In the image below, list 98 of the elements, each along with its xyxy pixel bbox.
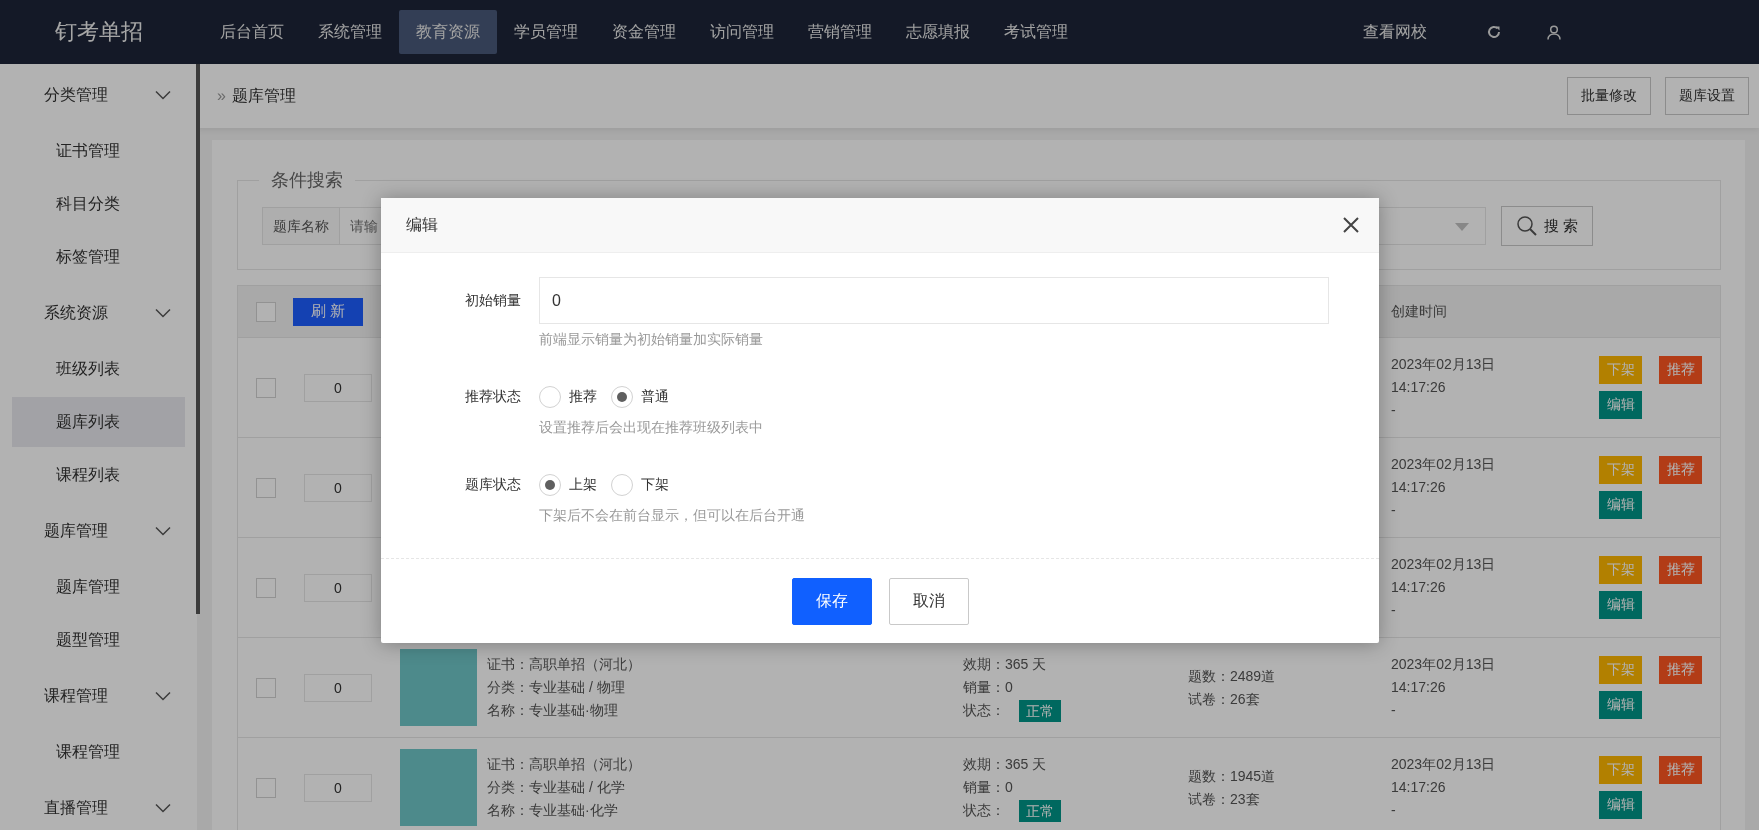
created-time: 14:17:26 xyxy=(1391,678,1447,697)
form-hint: 下架后不会在前台显示，但可以在后台开通 xyxy=(539,507,806,525)
nav-tab[interactable]: 教育资源 xyxy=(399,10,497,54)
field-label: 题库名称 xyxy=(262,207,340,245)
radio-option[interactable]: 推荐 xyxy=(539,386,597,408)
note-text: - xyxy=(1391,501,1397,520)
sidebar-item[interactable]: 题库列表 xyxy=(12,397,185,447)
sort-input[interactable]: 0 xyxy=(304,373,372,402)
radio-option[interactable]: 普通 xyxy=(611,386,669,408)
nav-tab[interactable]: 考试管理 xyxy=(987,10,1085,54)
checkbox[interactable] xyxy=(255,777,276,798)
checkbox[interactable] xyxy=(255,377,276,398)
sort-input[interactable]: 0 xyxy=(304,773,372,802)
dialog-title: 编辑 xyxy=(406,214,438,235)
name-text: 名称：专业基础·化学 xyxy=(487,801,619,820)
note-text: - xyxy=(1391,401,1397,420)
close-icon[interactable] xyxy=(1343,217,1359,233)
sales-text: 销量：0 xyxy=(963,677,1014,697)
nav-tab[interactable]: 后台首页 xyxy=(203,10,301,54)
created-date: 2023年02月13日 xyxy=(1391,755,1496,774)
created-time: 14:17:26 xyxy=(1391,578,1447,597)
sidebar-group[interactable]: 课程管理 xyxy=(0,668,197,724)
status-label: 状态： xyxy=(963,801,1005,820)
created-date: 2023年02月13日 xyxy=(1391,655,1496,674)
sidebar-item[interactable]: 题库管理 xyxy=(12,562,185,612)
nav-tab[interactable]: 系统管理 xyxy=(301,10,399,54)
sidebar-item[interactable]: 课程列表 xyxy=(12,450,185,500)
nav-tab[interactable]: 学员管理 xyxy=(497,10,595,54)
breadcrumb[interactable]: 题库管理 xyxy=(231,85,296,107)
created-time: 14:17:26 xyxy=(1391,778,1447,797)
sales-text: 销量：0 xyxy=(963,777,1014,797)
created-date: 2023年02月13日 xyxy=(1391,455,1496,474)
checkbox[interactable] xyxy=(255,301,276,322)
scrollbar[interactable] xyxy=(196,64,200,614)
checkbox[interactable] xyxy=(255,477,276,498)
question-count: 题数：1945道 xyxy=(1188,766,1276,786)
created-date: 2023年02月13日 xyxy=(1391,555,1496,574)
validity-text: 效期：365 天 xyxy=(963,754,1048,774)
sidebar-group[interactable]: 直播管理 xyxy=(0,780,197,830)
nav-tab[interactable]: 营销管理 xyxy=(791,10,889,54)
status-tag: 正常 xyxy=(1019,699,1061,722)
cancel-button[interactable]: 取消 xyxy=(888,578,969,625)
checkbox[interactable] xyxy=(255,677,276,698)
sidebar-item[interactable]: 课程管理 xyxy=(12,727,185,777)
sidebar-group[interactable]: 分类管理 xyxy=(0,67,197,123)
caret-icon xyxy=(1455,223,1469,231)
note-text: - xyxy=(1391,801,1397,820)
refresh-button[interactable]: 刷 新 xyxy=(293,297,363,326)
form-label: 初始销量 xyxy=(464,291,522,310)
form-label: 推荐状态 xyxy=(464,388,522,406)
user-icon[interactable] xyxy=(1547,24,1561,40)
status-tag: 正常 xyxy=(1019,799,1061,822)
fieldset-legend: 条件搜索 xyxy=(259,168,355,192)
refresh-icon[interactable] xyxy=(1486,24,1502,40)
sort-input[interactable]: 0 xyxy=(304,473,372,502)
form-hint: 设置推荐后会出现在推荐班级列表中 xyxy=(539,419,764,437)
cert-text: 证书：高职单招（河北） xyxy=(487,755,641,774)
form-label: 题库状态 xyxy=(464,476,522,494)
created-date: 2023年02月13日 xyxy=(1391,355,1496,374)
form-hint: 前端显示销量为初始销量加实际销量 xyxy=(539,331,764,349)
sidebar-group[interactable]: 题库管理 xyxy=(0,503,197,559)
header-button[interactable]: 批量修改 xyxy=(1567,77,1651,115)
nav-tab[interactable]: 资金管理 xyxy=(595,10,693,54)
note-text: - xyxy=(1391,601,1397,620)
search-button[interactable]: 搜 索 xyxy=(1501,206,1593,246)
cert-text: 证书：高职单招（河北） xyxy=(487,655,641,674)
paper-count: 试卷：23套 xyxy=(1188,789,1261,809)
radio-option[interactable]: 下架 xyxy=(611,474,669,496)
note-text: - xyxy=(1391,701,1397,720)
sales-input[interactable]: 0 xyxy=(539,277,1329,324)
site-link[interactable]: 查看网校 xyxy=(1346,10,1444,54)
checkbox[interactable] xyxy=(255,577,276,598)
validity-text: 效期：365 天 xyxy=(963,654,1048,674)
sidebar-item[interactable]: 标签管理 xyxy=(12,232,185,282)
save-button[interactable]: 保存 xyxy=(791,578,872,625)
nav-tab[interactable]: 访问管理 xyxy=(693,10,791,54)
question-count: 题数：2489道 xyxy=(1188,666,1276,686)
created-time: 14:17:26 xyxy=(1391,478,1447,497)
category-text: 分类：专业基础 / 物理 xyxy=(487,678,626,697)
column-header: 创建时间 xyxy=(1391,302,1447,321)
radio-option[interactable]: 上架 xyxy=(539,474,597,496)
search-icon xyxy=(1515,215,1538,237)
category-text: 分类：专业基础 / 化学 xyxy=(487,778,626,797)
breadcrumb-separator: » xyxy=(217,87,226,105)
header-button[interactable]: 题库设置 xyxy=(1665,77,1749,115)
app-logo: 钉考单招 xyxy=(53,18,144,46)
sort-input[interactable]: 0 xyxy=(304,573,372,602)
status-label: 状态： xyxy=(963,701,1005,720)
sidebar-item[interactable]: 证书管理 xyxy=(12,126,185,176)
name-text: 名称：专业基础·物理 xyxy=(487,701,619,720)
sidebar-group[interactable]: 系统资源 xyxy=(0,285,197,341)
sidebar-item[interactable]: 科目分类 xyxy=(12,179,185,229)
paper-count: 试卷：26套 xyxy=(1188,689,1261,709)
created-time: 14:17:26 xyxy=(1391,378,1447,397)
sidebar-item[interactable]: 班级列表 xyxy=(12,344,185,394)
sort-input[interactable]: 0 xyxy=(304,673,372,702)
nav-tab[interactable]: 志愿填报 xyxy=(889,10,987,54)
sidebar-item[interactable]: 题型管理 xyxy=(12,615,185,665)
